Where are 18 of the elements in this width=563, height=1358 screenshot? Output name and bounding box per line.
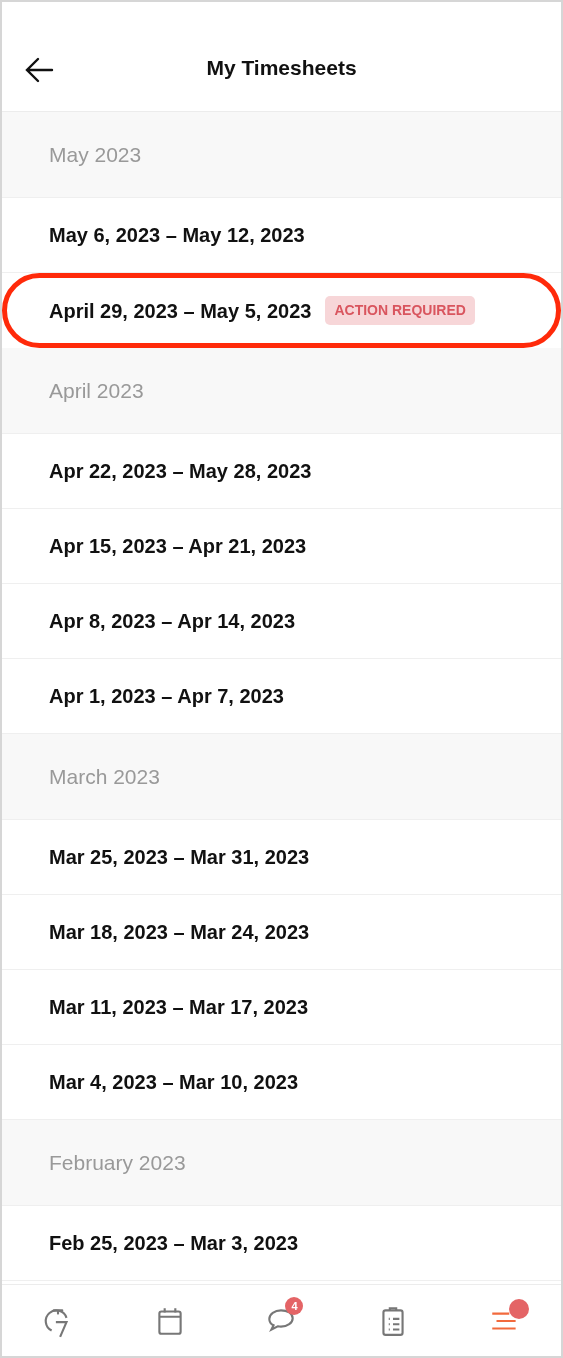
timesheet-period[interactable]: Mar 18, 2023 – Mar 24, 2023	[49, 917, 310, 947]
timesheet-period[interactable]: Apr 8, 2023 – Apr 14, 2023	[49, 606, 296, 636]
timesheet-period[interactable]: Mar 4, 2023 – Mar 10, 2023	[49, 1067, 299, 1097]
status-tag: ACTION REQUIRED	[325, 296, 475, 325]
month-label: April 2023	[49, 377, 144, 404]
month-label: February 2023	[49, 1149, 186, 1176]
screen-title: My Timesheets	[206, 54, 357, 81]
timesheet-period[interactable]: May 6, 2023 – May 12, 2023	[49, 220, 305, 250]
timesheet-period[interactable]: Mar 25, 2023 – Mar 31, 2023	[49, 842, 310, 872]
timesheet-period[interactable]: Apr 1, 2023 – Apr 7, 2023	[49, 681, 284, 711]
month-label: March 2023	[49, 763, 160, 790]
timesheet-period[interactable]: Apr 15, 2023 – Apr 21, 2023	[49, 531, 307, 561]
unread-count: 4	[285, 1296, 304, 1315]
timesheet-period[interactable]: April 29, 2023 – May 5, 2023	[49, 295, 312, 326]
month-label: May 2023	[49, 141, 142, 168]
timesheet-period[interactable]: Mar 11, 2023 – Mar 17, 2023	[49, 992, 309, 1022]
timesheet-period[interactable]: Feb 25, 2023 – Mar 3, 2023	[49, 1228, 299, 1258]
timesheet-period[interactable]: Apr 22, 2023 – May 28, 2023	[49, 456, 312, 486]
